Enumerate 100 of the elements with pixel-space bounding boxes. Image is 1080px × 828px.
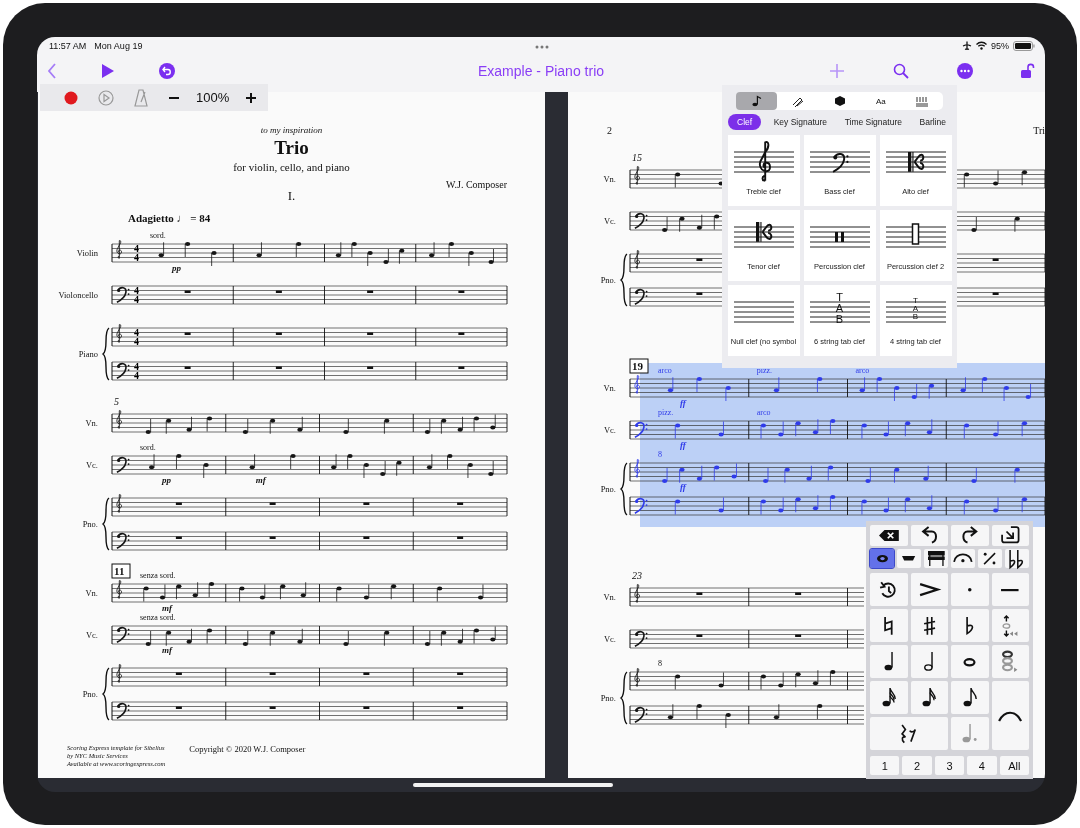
slur-icon [998, 709, 1023, 722]
enter-key[interactable] [991, 525, 1029, 546]
voice-button[interactable]: All [999, 756, 1029, 775]
brace-drawing [620, 671, 628, 725]
keypad-layout-tab[interactable] [1005, 548, 1029, 569]
brace-drawing [620, 462, 628, 516]
accent-icon [919, 583, 940, 597]
keypad-layout-tab[interactable] [897, 548, 921, 569]
instrument-name: Vc. [603, 425, 616, 435]
voice-button[interactable]: 3 [934, 756, 965, 775]
eighth-key[interactable] [951, 681, 989, 715]
voice-button[interactable]: 1 [870, 756, 900, 775]
instrument-name: Vc. [603, 216, 616, 226]
chevron-left-icon [47, 63, 57, 79]
airplane-icon [962, 40, 972, 51]
sharp-key[interactable] [910, 609, 948, 643]
technique-marking: arco [756, 408, 771, 417]
keypad-layout-tab[interactable] [951, 548, 975, 569]
instrument-name: Vn. [603, 174, 616, 184]
record-icon [64, 90, 78, 105]
dynamic-marking: ff [680, 440, 686, 450]
dot-icon [962, 723, 978, 745]
brace-drawing [102, 497, 110, 551]
palette-tab[interactable]: Aa [860, 92, 902, 110]
rests-icon [901, 723, 917, 744]
technique-marking: sord. [150, 231, 166, 240]
multitasking-dots-icon [535, 44, 549, 49]
note-icon [749, 95, 764, 107]
tenuto-icon [1001, 588, 1020, 591]
flat-key[interactable] [951, 609, 989, 643]
technique-marking: senza sord. [140, 613, 176, 622]
instrument-name: Vc. [603, 634, 616, 644]
instrument-name: Vn. [85, 588, 98, 598]
instrument-name: Pno. [600, 693, 616, 703]
delete-key[interactable] [870, 525, 908, 546]
half-key[interactable] [910, 645, 948, 679]
plus-icon [829, 63, 845, 79]
undo-icon [159, 63, 175, 79]
technique-marking: pizz. [756, 366, 773, 375]
quarter-icon [883, 651, 894, 673]
chord-key[interactable] [991, 645, 1029, 679]
rests-key[interactable] [870, 717, 948, 751]
category-tab[interactable]: Barline [914, 114, 951, 130]
category-tab[interactable]: Clef [728, 114, 762, 130]
measure-number-frame [111, 563, 131, 579]
tab-clef-letter: A [912, 305, 919, 313]
redo-key[interactable] [951, 525, 989, 546]
category-tab[interactable]: Time Signature [839, 114, 907, 130]
instrument-name: Piano [78, 349, 98, 359]
quarter-key[interactable] [870, 645, 908, 679]
keypad-layout-tab[interactable] [978, 548, 1002, 569]
redo-icon [962, 526, 978, 545]
delete-icon [878, 529, 899, 541]
shape-icon [832, 95, 847, 107]
reset-key[interactable] [870, 573, 908, 607]
voice-button[interactable]: 2 [902, 756, 932, 775]
tempo-marking: Adagietto ♩ = 84 [128, 212, 212, 224]
slur-key[interactable] [991, 681, 1029, 751]
eighth-icon [962, 687, 977, 709]
instrument-name: Vn. [603, 592, 616, 602]
undo-icon [921, 526, 937, 545]
whole-icon [964, 658, 976, 666]
instrument-name: Violoncello [58, 290, 98, 300]
sixtyfourth-icon [881, 687, 896, 709]
chord-icon [1002, 651, 1019, 673]
tenuto-key[interactable] [991, 573, 1029, 607]
technique-marking: pizz. [658, 408, 674, 417]
beams-icon [927, 550, 945, 567]
tab-clef-letter: B [912, 313, 919, 321]
natural-key[interactable] [870, 609, 908, 643]
metronome-icon [134, 88, 148, 107]
sixtyfourth-key[interactable] [870, 681, 908, 715]
fermata-icon [953, 553, 973, 564]
staccato-icon [968, 588, 972, 592]
tenuto-bar-icon [902, 556, 916, 561]
dynamic-marking: pp [162, 475, 171, 485]
score-subtitle: for violin, cello, and piano [233, 161, 350, 173]
unlocked-padlock-icon [1021, 63, 1035, 79]
flat-icon [965, 616, 974, 636]
measure-number: 23 [632, 570, 642, 581]
copyright-notice: Copyright © 2020 W.J. Composer [189, 744, 306, 756]
category-tab[interactable]: Key Signature [768, 114, 833, 130]
status-time: 11:57 AM [49, 40, 87, 51]
voice-button[interactable]: 4 [967, 756, 997, 775]
whole-key[interactable] [951, 645, 989, 679]
dot-key[interactable] [951, 717, 989, 751]
accent-key[interactable] [910, 573, 948, 607]
repeat-icon [983, 551, 997, 565]
keypad-layout-tab[interactable] [924, 548, 948, 569]
palette-tab[interactable] [736, 92, 778, 110]
technique-marking: arco [855, 366, 870, 375]
undo-key[interactable] [910, 525, 948, 546]
dynamic-marking: mf [162, 645, 172, 655]
dedication: to my inspiration [260, 125, 323, 135]
search-icon [893, 63, 909, 79]
brace-drawing [620, 253, 628, 307]
time-signature-digit: 4 [134, 327, 139, 338]
time-signature-digit: 4 [134, 294, 139, 305]
thirtysecond-key[interactable] [910, 681, 948, 715]
double-flat-icon [1009, 548, 1025, 569]
